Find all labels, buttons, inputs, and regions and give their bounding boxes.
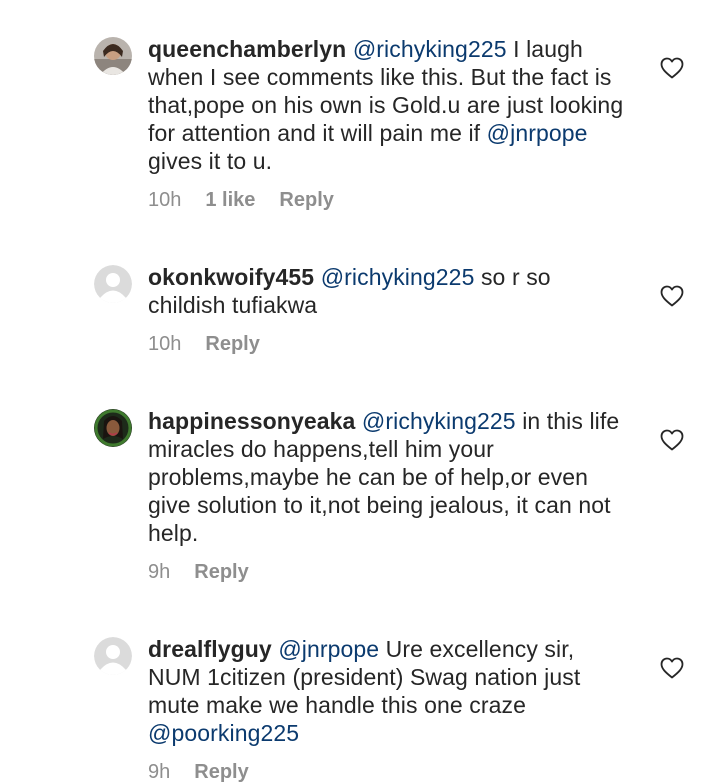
- comment-timestamp: 10h: [148, 189, 182, 211]
- comment-mention[interactable]: @richyking225: [321, 264, 475, 290]
- comment-meta: 10h 1 like Reply: [148, 189, 334, 212]
- comment-body: gives it to u.: [148, 148, 273, 174]
- comment-timestamp: 9h: [148, 561, 171, 583]
- comment-username[interactable]: happinessonyeaka: [148, 408, 355, 434]
- heart-outline-icon[interactable]: [660, 285, 684, 307]
- comment-meta: 9h Reply: [148, 561, 249, 584]
- comment-text: happinessonyeaka @richyking225 in this l…: [148, 407, 628, 547]
- avatar[interactable]: [94, 265, 132, 303]
- reply-button[interactable]: Reply: [205, 333, 259, 356]
- comment-mention[interactable]: @jnrpope: [487, 120, 588, 146]
- comment-username[interactable]: okonkwoify455: [148, 264, 314, 290]
- heart-outline-icon[interactable]: [660, 57, 684, 79]
- comment-timestamp: 9h: [148, 761, 171, 783]
- reply-button[interactable]: Reply: [194, 561, 248, 584]
- comment-timestamp: 10h: [148, 333, 182, 355]
- comment-like-count[interactable]: 1 like: [205, 189, 255, 212]
- comment-text: drealflyguy @jnrpope Ure excellency sir,…: [148, 635, 628, 747]
- comment-text: queenchamberlyn @richyking225 I laugh wh…: [148, 35, 628, 175]
- heart-outline-icon[interactable]: [660, 657, 684, 679]
- comment-mention[interactable]: @jnrpope: [278, 636, 379, 662]
- avatar[interactable]: [94, 409, 132, 447]
- avatar[interactable]: [94, 37, 132, 75]
- comment-meta: 10h Reply: [148, 333, 260, 356]
- reply-button[interactable]: Reply: [194, 761, 248, 784]
- heart-outline-icon[interactable]: [660, 429, 684, 451]
- comment-mention[interactable]: @richyking225: [353, 36, 507, 62]
- reply-button[interactable]: Reply: [279, 189, 333, 212]
- comment-mention[interactable]: @richyking225: [362, 408, 516, 434]
- comment-mention[interactable]: @poorking225: [148, 720, 299, 746]
- comment-text: okonkwoify455 @richyking225 so r so chil…: [148, 263, 628, 319]
- comment-username[interactable]: queenchamberlyn: [148, 36, 346, 62]
- avatar[interactable]: [94, 637, 132, 675]
- comment-meta: 9h Reply: [148, 761, 249, 784]
- comment-username[interactable]: drealflyguy: [148, 636, 272, 662]
